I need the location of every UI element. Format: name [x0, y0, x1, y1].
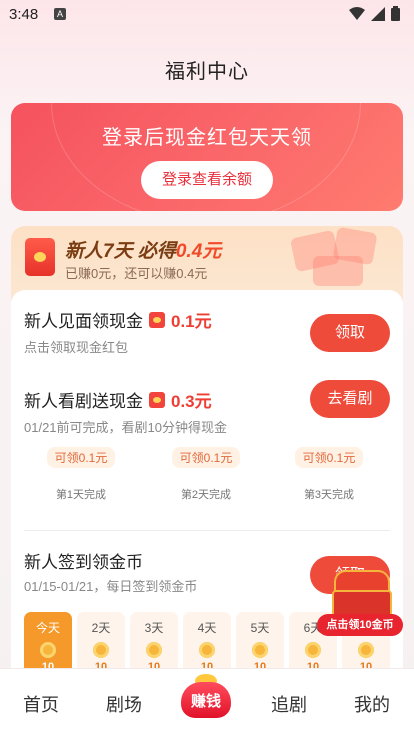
task-desc: 点击领取现金红包: [24, 340, 129, 355]
task-desc: 01/21前可完成，看剧10分钟得现金: [24, 420, 227, 435]
claim-button[interactable]: 领取: [310, 314, 390, 352]
gold-coin-icon: [40, 642, 56, 658]
notification-a-icon: A: [54, 8, 66, 20]
task-title-text: 新人看剧送现金: [24, 392, 143, 411]
tab-home[interactable]: 首页: [11, 691, 71, 717]
newbie-title-amount: 0.4元: [175, 241, 222, 262]
tab-follow[interactable]: 追剧: [259, 691, 319, 717]
task-reward: 0.1元: [171, 312, 212, 331]
task-desc: 01/15-01/21，每日签到领金币: [24, 579, 198, 594]
status-time: 3:48: [9, 6, 39, 23]
watch-progress-row: 可领0.1元 第1天完成 可领0.1元 第2天完成 可领0.1元 第3天完成: [11, 447, 403, 507]
task-title: 新人签到领金币: [24, 548, 143, 573]
day-label: 5天: [250, 621, 270, 635]
gold-coin-icon: [93, 642, 109, 658]
red-envelope-icon: [149, 311, 165, 328]
day-label: 2天: [91, 621, 111, 635]
status-bar: 3:48 A: [0, 0, 414, 28]
tab-earn-label: 赚钱: [181, 682, 231, 718]
newbie-title-mid: 必得: [132, 241, 176, 262]
red-envelope-icon: [149, 391, 165, 408]
newbie-header: 新人7天 必得0.4元 已赚0元，还可以赚0.4元: [11, 226, 403, 290]
wifi-icon: [349, 6, 365, 20]
decor-envelopes-image: [253, 226, 403, 290]
progress-day-3: 可领0.1元 第3天完成: [279, 447, 379, 502]
progress-day-1: 可领0.1元 第1天完成: [31, 447, 131, 502]
task-title-text: 新人签到领金币: [24, 553, 143, 572]
progress-pill: 可领0.1元: [171, 447, 241, 468]
red-envelope-icon: [25, 238, 55, 276]
divider: [24, 530, 390, 531]
battery-icon: [391, 6, 400, 21]
login-banner: 登录后现金红包天天领 登录查看余额: [11, 103, 403, 211]
gold-coin-icon: [199, 642, 215, 658]
task-title: 新人看剧送现金 0.3元: [24, 387, 212, 412]
progress-label: 第3天完成: [303, 489, 355, 501]
progress-pill: 可领0.1元: [294, 447, 364, 468]
page-title: 福利中心: [165, 61, 249, 83]
newbie-title-prefix: 新人7天: [65, 241, 133, 262]
tab-theater[interactable]: 剧场: [94, 691, 154, 717]
task-title: 新人见面领现金 0.1元: [24, 307, 212, 332]
login-check-balance-button[interactable]: 登录查看余额: [141, 161, 273, 199]
day-label: 3天: [144, 621, 164, 635]
gold-coin-icon: [146, 642, 162, 658]
signal-icon: [371, 6, 385, 21]
progress-day-2: 可领0.1元 第2天完成: [156, 447, 256, 502]
gold-coin-icon: [358, 642, 374, 658]
task-reward: 0.3元: [171, 392, 212, 411]
newbie-subtitle: 已赚0元，还可以赚0.4元: [65, 266, 208, 281]
chest-claim-tag[interactable]: 点击领10金币: [317, 614, 403, 636]
task-title-text: 新人见面领现金: [24, 312, 143, 331]
system-icons: [349, 6, 400, 21]
gold-coin-icon: [305, 642, 321, 658]
progress-pill: 可领0.1元: [46, 447, 116, 468]
progress-label: 第1天完成: [55, 489, 107, 501]
gold-coin-icon: [252, 642, 268, 658]
watch-drama-button[interactable]: 去看剧: [310, 380, 390, 418]
login-headline: 登录后现金红包天天领: [102, 127, 312, 149]
tab-mine[interactable]: 我的: [342, 691, 402, 717]
day-label: 4天: [197, 621, 217, 635]
day-label: 今天: [35, 621, 60, 635]
progress-label: 第2天完成: [180, 489, 232, 501]
tab-earn[interactable]: 赚钱: [181, 674, 231, 720]
newbie-title: 新人7天 必得0.4元: [65, 236, 221, 263]
